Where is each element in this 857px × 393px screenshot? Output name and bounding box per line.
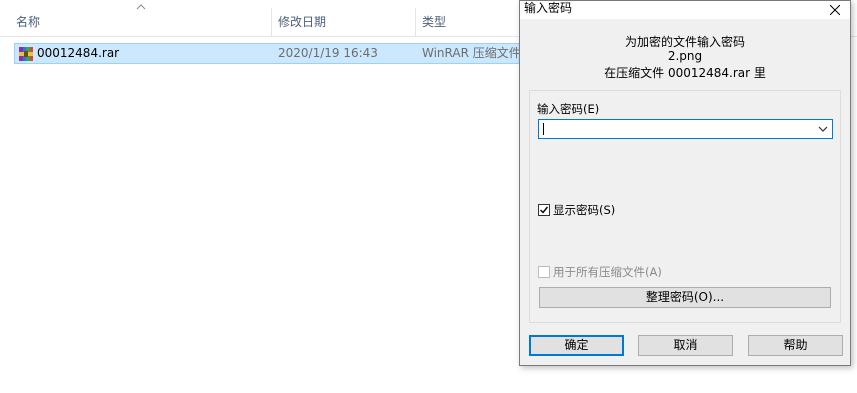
file-type: WinRAR 压缩文件 bbox=[422, 46, 521, 60]
file-name: 00012484.rar bbox=[37, 46, 120, 60]
dialog-prompt: 为加密的文件输入密码 bbox=[624, 35, 745, 49]
help-button[interactable]: 帮助 bbox=[748, 335, 843, 356]
show-password-label[interactable]: 显示密码(S) bbox=[553, 202, 615, 218]
chevron-down-icon[interactable] bbox=[817, 123, 829, 135]
close-button[interactable] bbox=[820, 1, 850, 19]
file-date-modified: 2020/1/19 16:43 bbox=[278, 46, 378, 60]
file-row[interactable]: 00012484.rar 2020/1/19 16:43 WinRAR 压缩文件 bbox=[14, 43, 521, 64]
close-icon bbox=[830, 5, 840, 15]
ok-button[interactable]: 确定 bbox=[529, 335, 624, 356]
checkbox-unchecked-icon bbox=[538, 266, 550, 278]
dialog-title: 输入密码 bbox=[524, 1, 573, 15]
show-password-checkbox[interactable]: 显示密码(S) bbox=[538, 203, 615, 217]
use-for-all-archives-label: 用于所有压缩文件(A) bbox=[553, 265, 662, 279]
checkbox-checked-icon[interactable] bbox=[538, 204, 550, 216]
archive-info: 在压缩文件 00012484.rar 里 bbox=[604, 66, 766, 80]
organize-passwords-button[interactable]: 整理密码(O)... bbox=[539, 287, 831, 308]
column-header-date-modified[interactable]: 修改日期 bbox=[272, 0, 415, 36]
rar-archive-icon bbox=[18, 46, 34, 62]
column-header-name[interactable]: 名称 bbox=[10, 0, 272, 36]
password-label: 输入密码(E) bbox=[537, 102, 600, 116]
password-input[interactable] bbox=[538, 119, 833, 139]
password-dialog: 输入密码 为加密的文件输入密码 2.png 在压缩文件 00012484.rar… bbox=[519, 0, 851, 366]
use-for-all-archives-checkbox: 用于所有压缩文件(A) bbox=[538, 265, 662, 279]
text-caret bbox=[543, 123, 544, 135]
encrypted-file-name: 2.png bbox=[667, 49, 703, 63]
column-header-type[interactable]: 类型 bbox=[416, 0, 516, 36]
cancel-button[interactable]: 取消 bbox=[638, 335, 733, 356]
dialog-titlebar[interactable]: 输入密码 bbox=[520, 1, 850, 19]
